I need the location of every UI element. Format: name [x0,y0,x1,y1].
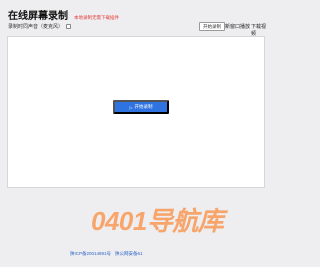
record-audio-option[interactable]: 录制时同声音（麦克风） [8,23,72,30]
header: 在线屏幕录制 本地录制无需下载插件 [8,7,119,22]
record-audio-checkbox[interactable] [66,24,72,29]
recording-preview-area: ▷ 开始录制 [7,36,265,188]
download-video-link[interactable]: 下载视频 [251,23,270,37]
start-record-button[interactable]: ▷ 开始录制 [113,100,169,114]
page-title: 在线屏幕录制 [8,11,68,22]
police-record-link[interactable]: 陕公网安备61 [115,251,143,257]
play-icon: ▷ [129,104,133,110]
page: { "header": { "title": "在线屏幕录制", "subtit… [0,0,271,267]
footer: 陕ICP备20014891号 陕公网安备61 [70,251,143,257]
start-record-small-button[interactable]: 开始录制 [199,22,225,31]
icp-link[interactable]: 陕ICP备20014891号 [70,251,111,257]
site-watermark: 0401导航库 [91,206,224,236]
new-window-play-link[interactable]: 新窗口播放 [225,23,250,30]
page-subtitle: 本地录制无需下载插件 [74,15,119,20]
toolbar: 录制时同声音（麦克风） 开始录制 新窗口播放 下载视频 [8,22,270,37]
record-audio-label: 录制时同声音（麦克风） [8,24,64,30]
start-record-label: 开始录制 [134,104,153,109]
